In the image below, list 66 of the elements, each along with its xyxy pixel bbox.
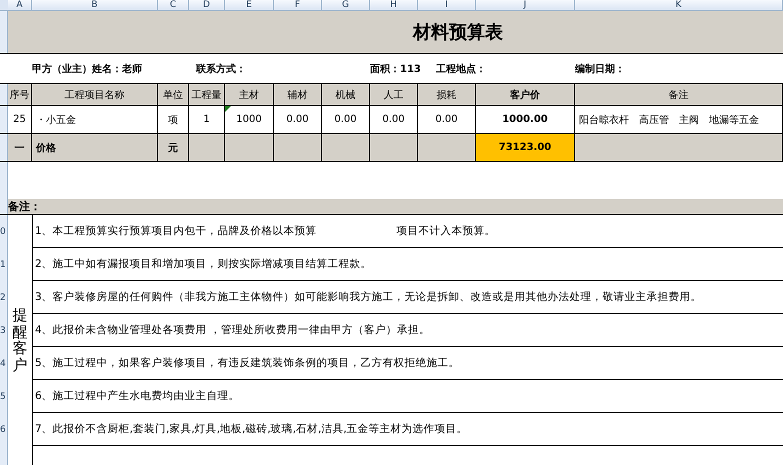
info-label: 甲方（业主）姓名：老师 (32, 62, 142, 76)
info-label: 面积：113 (370, 62, 421, 76)
column-header[interactable]: H (370, 0, 418, 10)
table-cell: 0.00 (370, 106, 418, 133)
table-cell: 一 (8, 134, 32, 161)
note-text: 项目不计入本预算。 (396, 224, 496, 238)
column-header[interactable]: E (225, 0, 274, 10)
row-header[interactable] (0, 106, 8, 133)
table-cell: 25 (8, 106, 32, 133)
table-cell: ・小五金 (32, 106, 158, 133)
info-label: 联系方式： (196, 62, 246, 76)
notes-label: 备注： (8, 199, 783, 214)
note-text: 1、本工程预算实行预算项目内包干，品牌及价格以本预算 (35, 224, 317, 238)
column-header[interactable]: J (476, 0, 575, 10)
column-heading: 序号 (8, 84, 32, 105)
note-text: 6、施工过程中产生水电费均由业主自理。 (35, 389, 240, 403)
row-number[interactable]: 6 (0, 424, 6, 434)
column-heading: 辅材 (274, 84, 322, 105)
row-header[interactable] (0, 190, 8, 214)
select-all-corner[interactable] (0, 0, 8, 10)
note-text: 5、施工过程中，如果客户装修项目，有违反建筑装饰条例的项目，乙方有权拒绝施工。 (35, 356, 460, 370)
column-heading: 主材 (225, 84, 274, 105)
column-heading: 工程项目名称 (32, 84, 158, 105)
table-cell: 阳台晾衣杆 高压管 主阀 地漏等五金 (575, 106, 783, 133)
table-cell: 项 (158, 106, 189, 133)
column-header[interactable]: D (189, 0, 225, 10)
row-number[interactable]: 5 (0, 392, 6, 402)
column-heading: 单位 (158, 84, 189, 105)
column-heading: 损耗 (418, 84, 476, 105)
note-text: 7、此报价不含厨柜,套装门,家具,灯具,地板,磁砖,玻璃,石材,洁具,五金等主材为选作项目。 (35, 422, 468, 436)
row-number[interactable]: 0 (0, 226, 6, 236)
column-heading: 人工 (370, 84, 418, 105)
column-heading: 工程量 (189, 84, 225, 105)
table-cell: 0.00 (322, 106, 370, 133)
sheet-title: 材料预算表 (413, 21, 503, 44)
column-header[interactable]: K (575, 0, 783, 10)
row-header[interactable] (0, 11, 8, 53)
info-label: 工程地点： (436, 62, 486, 76)
table-cell: 1000.00 (476, 106, 575, 133)
note-text: 2、施工中如有漏报项目和增加项目，则按实际增减项目结算工程款。 (35, 257, 372, 271)
column-heading: 备注 (575, 84, 783, 105)
column-header[interactable]: I (418, 0, 476, 10)
info-label: 编制日期： (575, 62, 625, 76)
row-number[interactable]: 2 (0, 292, 6, 302)
column-header[interactable]: F (274, 0, 322, 10)
table-cell: 元 (158, 134, 189, 161)
row-number[interactable]: 1 (0, 260, 6, 270)
row-header[interactable] (0, 84, 8, 105)
table-cell: 1000 (225, 106, 274, 133)
column-heading: 客户价 (476, 84, 575, 105)
table-cell: 价格 (32, 134, 158, 161)
side-label: 提醒客户 (12, 307, 28, 373)
note-text: 3、客户装修房屋的任何购件（非我方施工主体物件）如可能影响我方施工，无论是拆卸、改造或是用其他办法处理，敬请业主承担费用。 (35, 290, 702, 304)
column-header[interactable]: A (8, 0, 32, 10)
table-cell: 0.00 (274, 106, 322, 133)
total-price-cell: 73123.00 (476, 134, 575, 161)
row-number[interactable]: 4 (0, 358, 6, 368)
column-header[interactable]: B (32, 0, 158, 10)
row-number[interactable]: 3 (0, 326, 6, 336)
row-header[interactable] (0, 134, 8, 161)
note-text: 4、此报价未含物业管理处各项费用 ，管理处所收费用一律由甲方（客户）承担。 (35, 323, 430, 337)
row-header[interactable] (0, 162, 8, 190)
column-header[interactable]: C (158, 0, 189, 10)
table-cell: 0.00 (418, 106, 476, 133)
column-header[interactable]: G (322, 0, 370, 10)
column-heading: 机械 (322, 84, 370, 105)
